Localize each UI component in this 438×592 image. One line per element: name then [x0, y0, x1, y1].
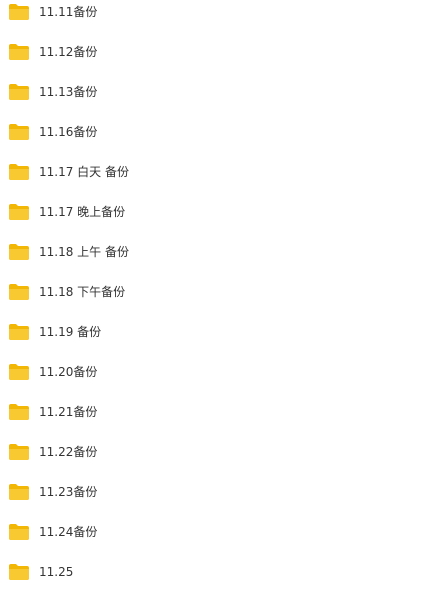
- folder-item-11-19[interactable]: 11.19 备份: [0, 312, 438, 352]
- folder-item-11-16[interactable]: 11.16备份: [0, 112, 438, 152]
- folder-item-11-18-afternoon[interactable]: 11.18 下午备份: [0, 272, 438, 312]
- folder-item-11-20[interactable]: 11.20备份: [0, 352, 438, 392]
- folder-item-11-22[interactable]: 11.22备份: [0, 432, 438, 472]
- folder-item-11-13[interactable]: 11.13备份: [0, 72, 438, 112]
- folder-icon: [9, 84, 29, 100]
- folder-name: 11.17 晚上备份: [39, 205, 126, 219]
- folder-icon: [9, 164, 29, 180]
- folder-icon: [9, 564, 29, 580]
- folder-item-11-11[interactable]: 11.11备份: [0, 0, 438, 32]
- folder-icon: [9, 4, 29, 20]
- folder-item-11-25[interactable]: 11.25: [0, 552, 438, 592]
- folder-name: 11.25: [39, 565, 74, 579]
- folder-name: 11.11备份: [39, 5, 98, 19]
- folder-icon: [9, 444, 29, 460]
- folder-icon: [9, 324, 29, 340]
- folder-item-11-21[interactable]: 11.21备份: [0, 392, 438, 432]
- folder-name: 11.20备份: [39, 365, 98, 379]
- folder-name: 11.12备份: [39, 45, 98, 59]
- folder-item-11-12[interactable]: 11.12备份: [0, 32, 438, 72]
- folder-name: 11.18 下午备份: [39, 285, 126, 299]
- folder-name: 11.16备份: [39, 125, 98, 139]
- folder-icon: [9, 284, 29, 300]
- folder-item-11-18-morning[interactable]: 11.18 上午 备份: [0, 232, 438, 272]
- folder-name: 11.22备份: [39, 445, 98, 459]
- folder-list: 11.11备份 11.12备份 11.13备份 11.16备份 11.17 白天…: [0, 0, 438, 583]
- folder-icon: [9, 204, 29, 220]
- folder-icon: [9, 364, 29, 380]
- folder-icon: [9, 524, 29, 540]
- folder-icon: [9, 244, 29, 260]
- folder-name: 11.24备份: [39, 525, 98, 539]
- folder-icon: [9, 404, 29, 420]
- folder-item-11-17-day[interactable]: 11.17 白天 备份: [0, 152, 438, 192]
- folder-name: 11.23备份: [39, 485, 98, 499]
- folder-icon: [9, 44, 29, 60]
- folder-name: 11.18 上午 备份: [39, 245, 129, 259]
- folder-name: 11.21备份: [39, 405, 98, 419]
- folder-name: 11.13备份: [39, 85, 98, 99]
- folder-item-11-17-night[interactable]: 11.17 晚上备份: [0, 192, 438, 232]
- folder-name: 11.17 白天 备份: [39, 165, 129, 179]
- folder-icon: [9, 484, 29, 500]
- folder-icon: [9, 124, 29, 140]
- folder-item-11-23[interactable]: 11.23备份: [0, 472, 438, 512]
- folder-name: 11.19 备份: [39, 325, 102, 339]
- folder-item-11-24[interactable]: 11.24备份: [0, 512, 438, 552]
